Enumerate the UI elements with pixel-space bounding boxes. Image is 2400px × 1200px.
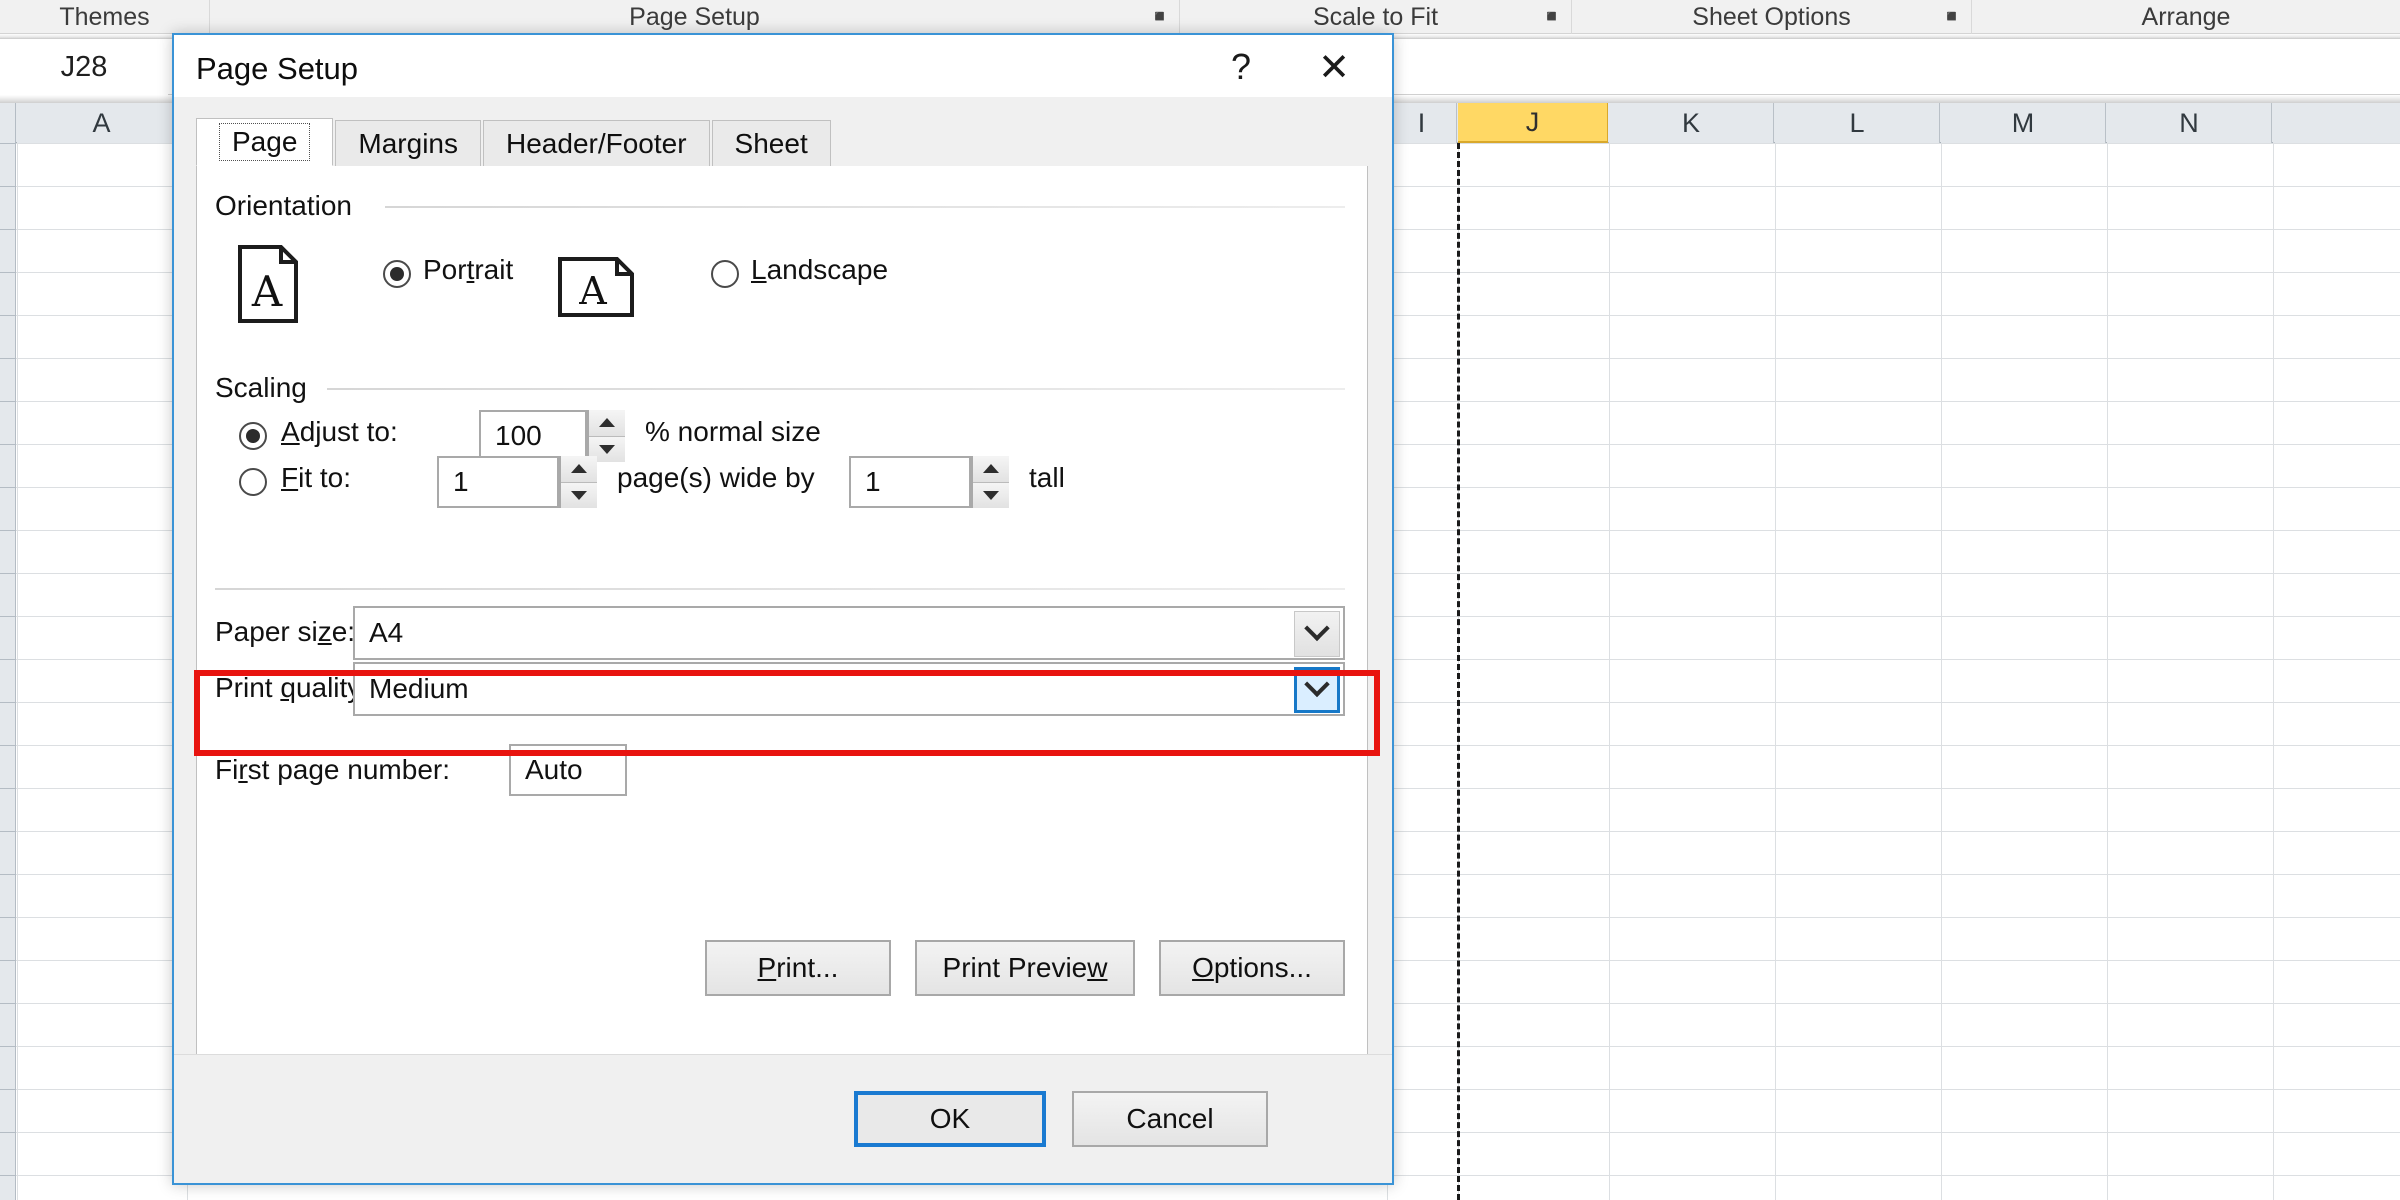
dialog-title: Page Setup: [196, 51, 359, 86]
print-quality-combobox[interactable]: Medium: [353, 662, 1345, 716]
fit-to-radio[interactable]: [239, 468, 267, 496]
print-button[interactable]: Print...: [705, 940, 891, 996]
spinner-up-arrow[interactable]: [973, 456, 1009, 483]
svg-text:A: A: [578, 269, 607, 313]
ribbon-group-page-setup[interactable]: Page Setup ◾: [210, 0, 1180, 34]
chevron-down-icon[interactable]: [1294, 611, 1340, 657]
page-tab-panel: Orientation A Portrait A Landscape Scali…: [196, 166, 1368, 1096]
ribbon-group-arrange[interactable]: Arrange: [1972, 0, 2400, 34]
cancel-button-label: Cancel: [1126, 1103, 1214, 1134]
column-header-n[interactable]: N: [2107, 103, 2272, 143]
fit-to-tall-spinner[interactable]: [971, 456, 1009, 508]
ribbon-group-label: Themes: [59, 2, 150, 31]
dialog-title-bar[interactable]: Page Setup ? ✕: [174, 35, 1392, 97]
svg-text:A: A: [251, 267, 283, 316]
paper-size-label: Paper size:: [215, 616, 356, 647]
column-header-overflow[interactable]: [2273, 103, 2400, 143]
dialog-footer: OK Cancel: [174, 1054, 1392, 1183]
fit-to-tall-input[interactable]: 1: [849, 456, 971, 508]
fit-to-tall-label: tall: [1029, 462, 1065, 493]
fit-to-wide-input[interactable]: 1: [437, 456, 559, 508]
cancel-button[interactable]: Cancel: [1072, 1091, 1268, 1147]
dialog-launcher-icon[interactable]: ◾: [1149, 7, 1170, 27]
chevron-down-icon[interactable]: [1294, 667, 1340, 713]
ribbon-group-label: Page Setup: [629, 2, 760, 31]
scaling-group-label: Scaling: [215, 372, 307, 403]
portrait-page-icon[interactable]: A: [237, 244, 299, 324]
print-quality-label: Print quality:: [215, 672, 370, 703]
adjust-to-input[interactable]: 100: [479, 410, 587, 462]
tab-sheet[interactable]: Sheet: [711, 120, 831, 166]
print-preview-button-label: Print Preview: [942, 952, 1108, 983]
ribbon-group-themes[interactable]: Themes: [0, 0, 210, 34]
fit-to-middle-label: page(s) wide by: [617, 462, 815, 493]
orientation-group-label: Orientation: [215, 190, 352, 221]
print-quality-value: Medium: [369, 673, 469, 704]
dialog-launcher-icon[interactable]: ◾: [1541, 7, 1562, 27]
tab-margins-label: Margins: [358, 127, 458, 159]
tab-header-footer-label: Header/Footer: [506, 127, 687, 159]
landscape-page-icon[interactable]: A: [557, 256, 635, 318]
ok-button-label: OK: [929, 1103, 971, 1134]
name-box[interactable]: J28: [0, 39, 168, 95]
tab-margins[interactable]: Margins: [335, 120, 481, 166]
dialog-body: Page Margins Header/Footer Sheet Orienta…: [174, 97, 1392, 1120]
select-all-corner[interactable]: [0, 103, 16, 143]
column-header-a[interactable]: A: [17, 103, 187, 143]
adjust-to-spinner[interactable]: [587, 410, 625, 462]
column-header-l[interactable]: L: [1775, 103, 1940, 143]
adjust-to-label: Adjust to:: [281, 416, 398, 447]
paper-size-combobox[interactable]: A4: [353, 606, 1345, 660]
section-divider-rule: [215, 588, 1345, 590]
options-button-label: Options...: [1192, 952, 1312, 983]
ribbon-group-sheet-options[interactable]: Sheet Options ◾: [1572, 0, 1972, 34]
tab-page[interactable]: Page: [196, 118, 334, 166]
print-preview-button[interactable]: Print Preview: [915, 940, 1135, 996]
dialog-launcher-icon[interactable]: ◾: [1941, 7, 1962, 27]
paper-size-value: A4: [369, 617, 404, 648]
first-page-number-input[interactable]: Auto: [509, 744, 627, 796]
column-header-k[interactable]: K: [1609, 103, 1774, 143]
page-setup-dialog[interactable]: Page Setup ? ✕ Page Margins Header/Foote…: [172, 33, 1394, 1185]
column-header-i[interactable]: I: [1387, 103, 1457, 143]
print-button-label: Print...: [757, 952, 839, 983]
help-icon[interactable]: ?: [1218, 45, 1264, 89]
column-header-m[interactable]: M: [1941, 103, 2106, 143]
ribbon-group-label: Scale to Fit: [1312, 2, 1439, 31]
fit-to-label: Fit to:: [281, 462, 352, 493]
adjust-to-suffix-label: % normal size: [645, 416, 821, 447]
orientation-group-rule: [385, 206, 1345, 208]
row-header-column[interactable]: [0, 143, 16, 1200]
adjust-to-radio[interactable]: [239, 422, 267, 450]
landscape-radio[interactable]: [711, 260, 739, 288]
tab-page-label: Page: [219, 123, 311, 161]
portrait-radio-label: Portrait: [423, 254, 514, 285]
spinner-up-arrow[interactable]: [589, 410, 625, 437]
column-header-j[interactable]: J: [1458, 103, 1608, 143]
tab-header-footer[interactable]: Header/Footer: [483, 120, 710, 166]
spinner-up-arrow[interactable]: [561, 456, 597, 483]
scaling-group-rule: [327, 388, 1345, 390]
first-page-number-label: First page number:: [215, 754, 450, 785]
spinner-down-arrow[interactable]: [973, 482, 1009, 508]
ribbon-group-label: Arrange: [2141, 2, 2231, 31]
ok-button[interactable]: OK: [854, 1091, 1046, 1147]
page-break-line: [1457, 143, 1460, 1200]
dialog-tab-strip: Page Margins Header/Footer Sheet: [196, 118, 1368, 167]
fit-to-wide-spinner[interactable]: [559, 456, 597, 508]
portrait-radio[interactable]: [383, 260, 411, 288]
tab-sheet-label: Sheet: [734, 127, 808, 159]
ribbon-group-label: Sheet Options: [1692, 2, 1851, 31]
options-button[interactable]: Options...: [1159, 940, 1345, 996]
close-icon[interactable]: ✕: [1306, 45, 1362, 89]
landscape-radio-label: Landscape: [751, 254, 889, 285]
spinner-down-arrow[interactable]: [561, 482, 597, 508]
ribbon-group-scale-to-fit[interactable]: Scale to Fit ◾: [1180, 0, 1572, 34]
